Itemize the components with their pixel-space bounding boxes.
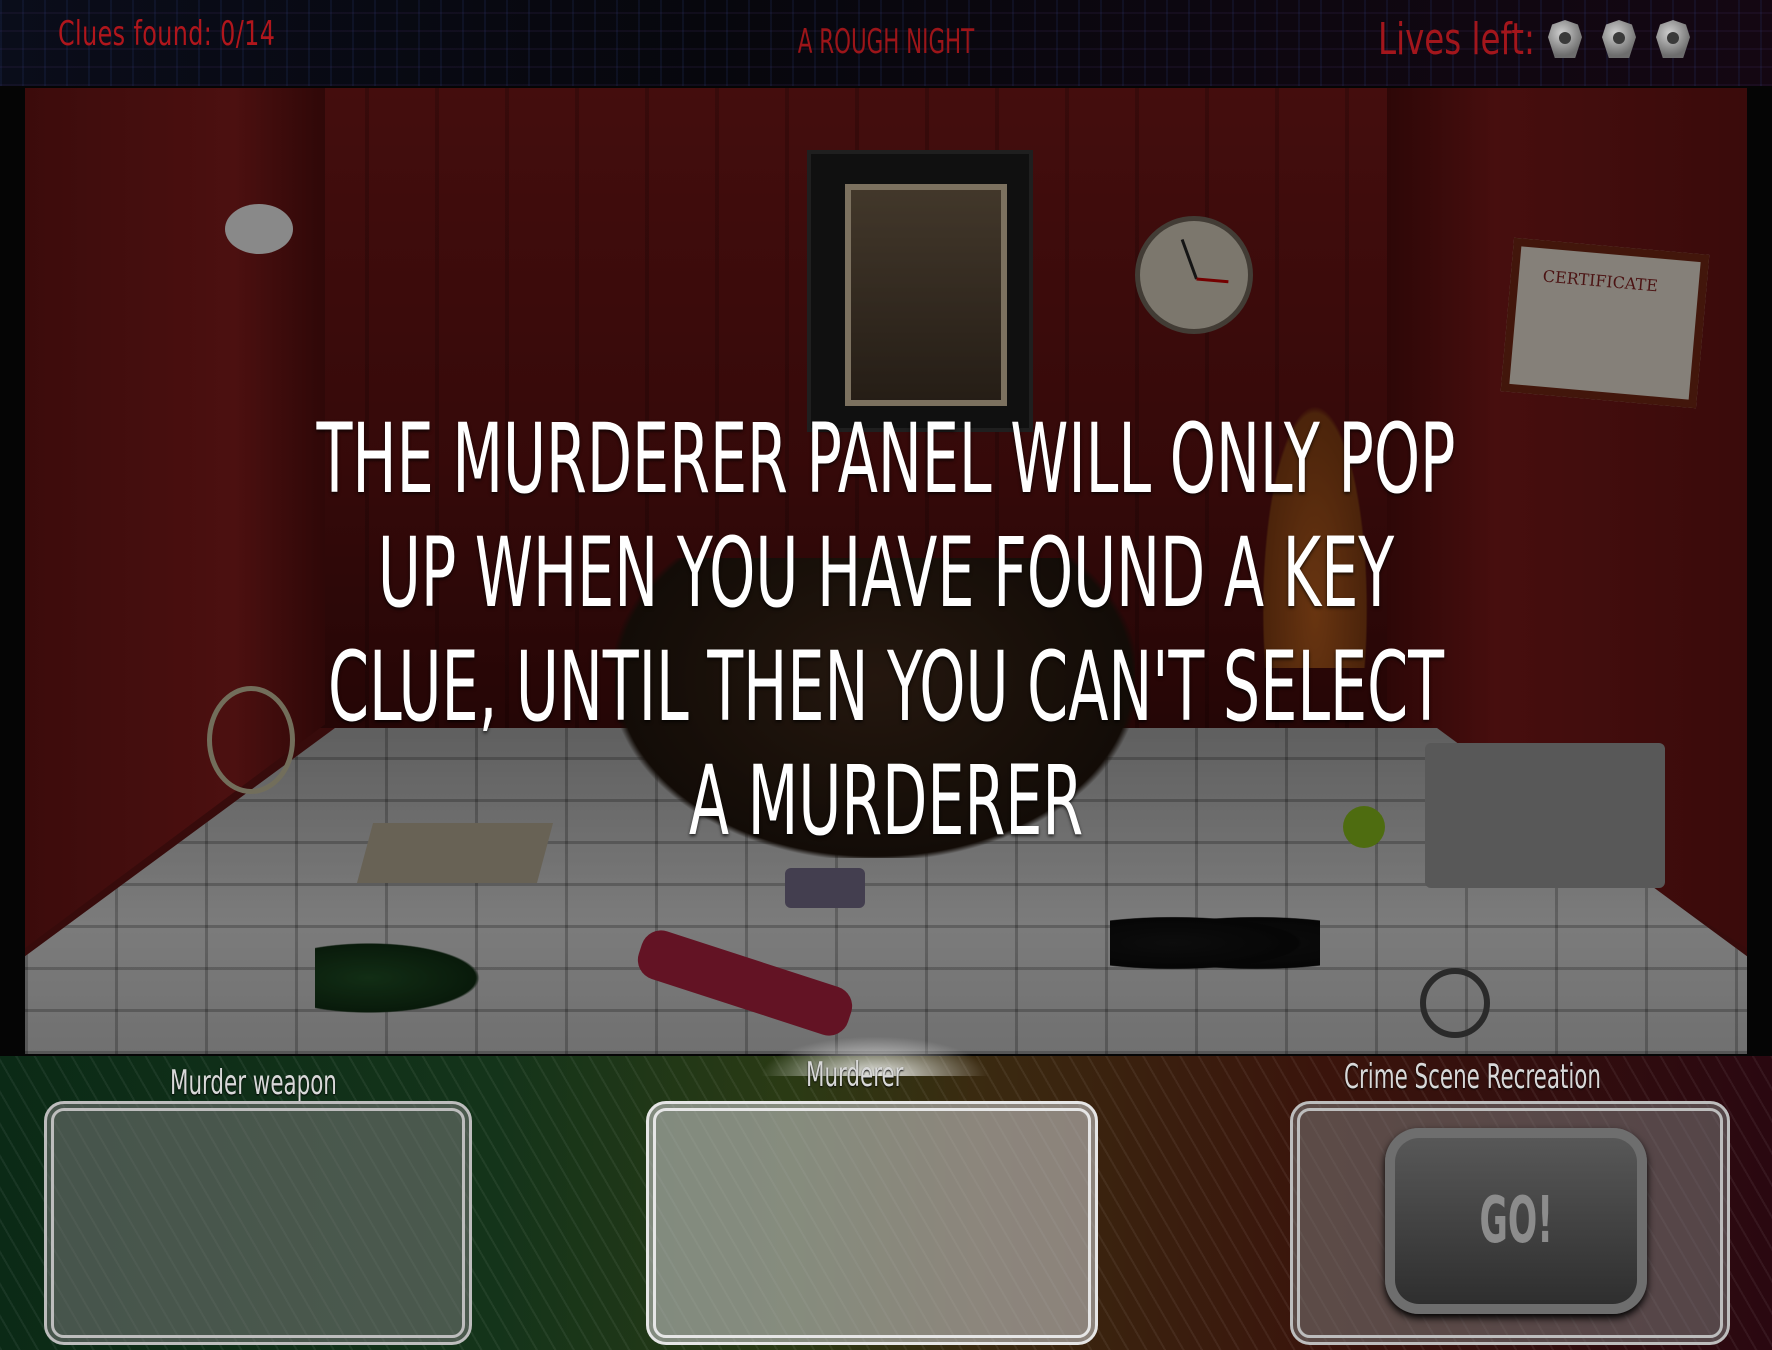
police-badge-icon — [1602, 20, 1636, 58]
go-button[interactable]: GO! — [1385, 1128, 1647, 1314]
top-hud: Clues found: 0/14 A ROUGH NIGHT Lives le… — [0, 0, 1772, 86]
police-badge-icon — [1656, 20, 1690, 58]
murderer-slot[interactable] — [646, 1101, 1098, 1345]
murder-weapon-label: Murder weapon — [170, 1063, 337, 1103]
tutorial-line-1: THE MURDERER PANEL WILL ONLY POP — [316, 403, 1456, 515]
go-button-label: GO! — [1479, 1184, 1553, 1258]
lives-label: Lives left: — [1378, 14, 1535, 65]
clues-counter: Clues found: 0/14 — [58, 14, 276, 54]
police-badge-icon — [1548, 20, 1582, 58]
level-title: A ROUGH NIGHT — [797, 22, 975, 62]
tutorial-line-4: A MURDERER — [688, 745, 1084, 857]
tutorial-message: THE MURDERER PANEL WILL ONLY POP UP WHEN… — [260, 402, 1512, 858]
tutorial-line-2: UP WHEN YOU HAVE FOUND A KEY — [377, 517, 1395, 629]
murder-weapon-slot[interactable] — [44, 1101, 472, 1345]
crime-scene-recreation-label: Crime Scene Recreation — [1344, 1057, 1601, 1097]
lives-badges — [1548, 20, 1690, 58]
murderer-label: Murderer — [806, 1055, 904, 1095]
tutorial-line-3: CLUE, UNTIL THEN YOU CAN'T SELECT — [327, 631, 1445, 743]
